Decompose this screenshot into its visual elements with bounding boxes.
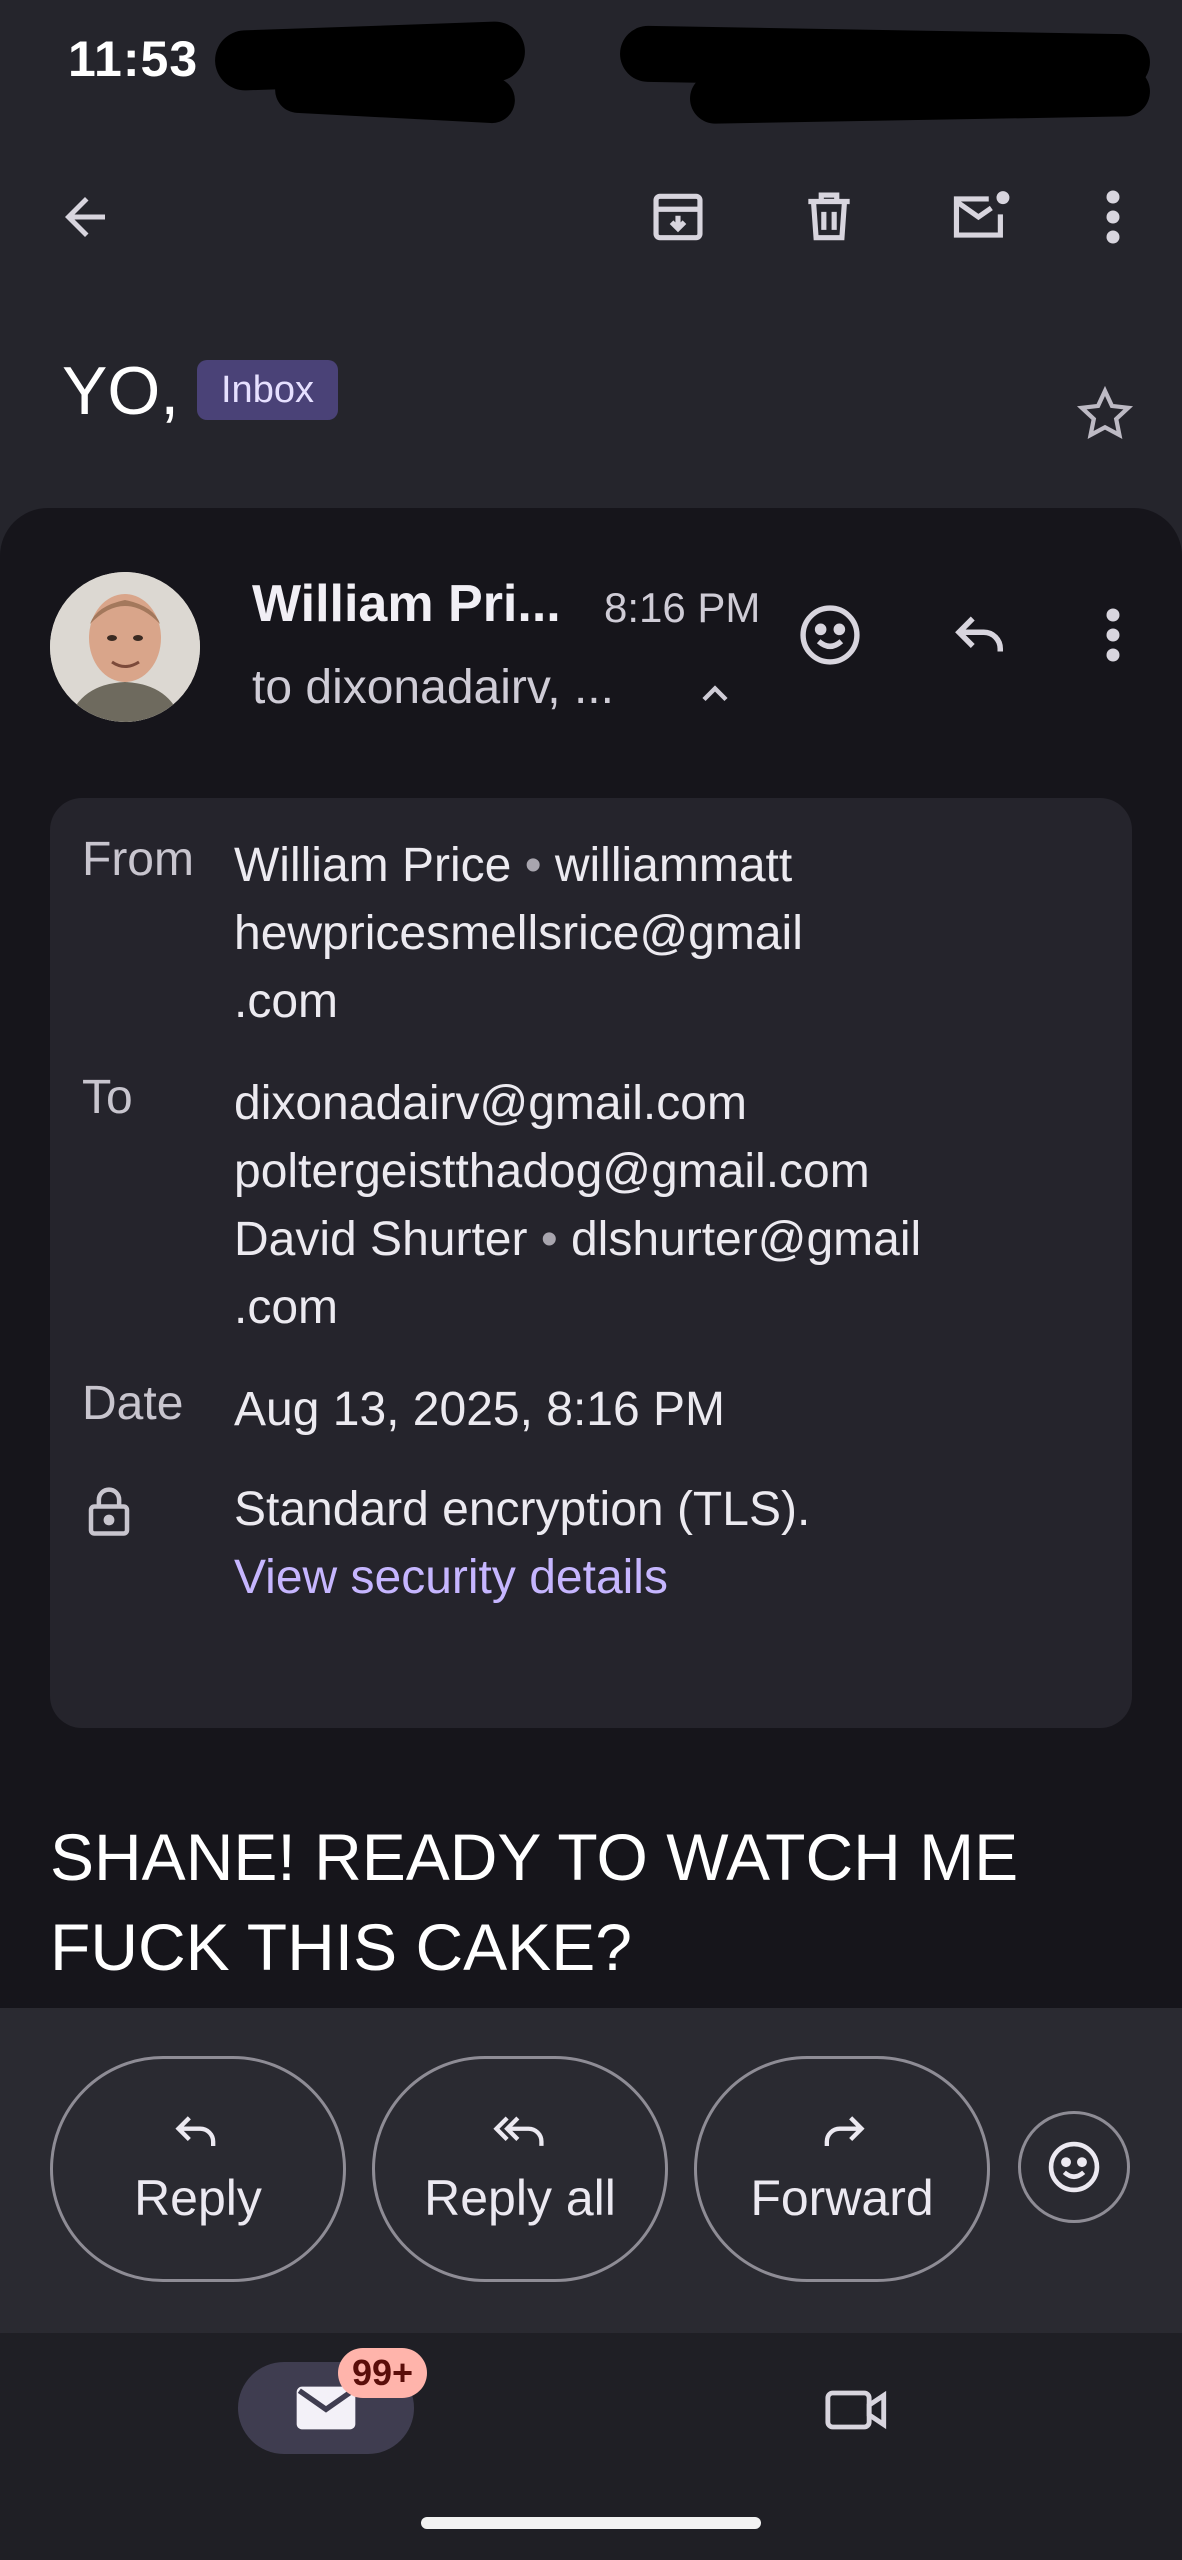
security-info: Standard encryption (TLS). View security… (234, 1476, 810, 1612)
recipient-email: poltergeistthadog@gmail.com (234, 1145, 870, 1198)
unread-count-badge: 99+ (338, 2348, 428, 2398)
reply-icon (172, 2111, 224, 2155)
body-line: FUCK THIS CAKE? (50, 1910, 632, 1984)
from-label: From (82, 833, 194, 886)
separator-dot: • (540, 1213, 558, 1266)
status-time: 11:53 (68, 31, 199, 87)
reply-all-icon (490, 2111, 550, 2155)
reply-label: Reply (134, 2170, 262, 2226)
star-icon[interactable] (1060, 370, 1150, 460)
from-email-part: .com (234, 975, 339, 1028)
inbox-label-chip[interactable]: Inbox (197, 360, 338, 420)
more-options-icon[interactable] (1068, 172, 1158, 262)
date-label: Date (82, 1377, 184, 1430)
date-value: Aug 13, 2025, 8:16 PM (234, 1383, 726, 1436)
reply-button[interactable]: Reply (50, 2056, 346, 2282)
from-email-part: williammatt (554, 839, 793, 892)
chevron-up-icon[interactable] (693, 672, 737, 716)
view-security-details-link[interactable]: View security details (234, 1551, 668, 1604)
redacted-area (689, 65, 1151, 125)
to-label: To (82, 1071, 133, 1124)
recipient-name: David Shurter (234, 1213, 528, 1266)
forward-label: Forward (750, 2170, 934, 2226)
body-line: SHANE! READY TO WATCH ME (50, 1820, 1019, 1894)
nav-tab-meet[interactable] (812, 2365, 902, 2455)
lock-icon (84, 1484, 134, 1538)
separator-dot: • (524, 839, 542, 892)
video-camera-icon (823, 2385, 891, 2435)
emoji-icon (1045, 2138, 1103, 2196)
recipient-email: dixonadairv@gmail.com (234, 1077, 747, 1130)
to-value[interactable]: dixonadairv@gmail.com poltergeistthadog@… (234, 1070, 921, 1342)
mark-unread-icon[interactable] (936, 172, 1026, 262)
message-more-icon[interactable] (1068, 590, 1158, 680)
recipient-email-part: .com (234, 1281, 339, 1334)
sender-name[interactable]: William Pri... (252, 574, 561, 634)
archive-icon[interactable] (633, 172, 723, 262)
recipients-summary[interactable]: to dixonadairv, ... (252, 660, 614, 715)
gesture-home-bar[interactable] (421, 2517, 761, 2529)
emoji-reaction-button[interactable] (1018, 2111, 1130, 2223)
recipient-email-part: dlshurter@gmail (570, 1213, 922, 1266)
message-body: SHANE! READY TO WATCH ME FUCK THIS CAKE? (50, 1812, 1140, 1992)
encryption-text: Standard encryption (TLS). (234, 1483, 811, 1536)
message-time: 8:16 PM (604, 584, 761, 631)
reply-all-label: Reply all (424, 2170, 616, 2226)
email-subject: YO, (62, 353, 180, 429)
avatar[interactable] (50, 572, 200, 722)
from-name: William Price (234, 839, 512, 892)
back-arrow-icon[interactable] (40, 172, 130, 262)
forward-icon (816, 2111, 868, 2155)
from-value[interactable]: William Price • williammatt hewpricesmel… (234, 832, 803, 1036)
delete-icon[interactable] (784, 172, 874, 262)
reply-icon[interactable] (936, 590, 1026, 680)
add-reaction-icon[interactable] (785, 590, 875, 680)
reply-all-button[interactable]: Reply all (372, 2056, 668, 2282)
forward-button[interactable]: Forward (694, 2056, 990, 2282)
from-email-part: hewpricesmellsrice@gmail (234, 907, 803, 960)
